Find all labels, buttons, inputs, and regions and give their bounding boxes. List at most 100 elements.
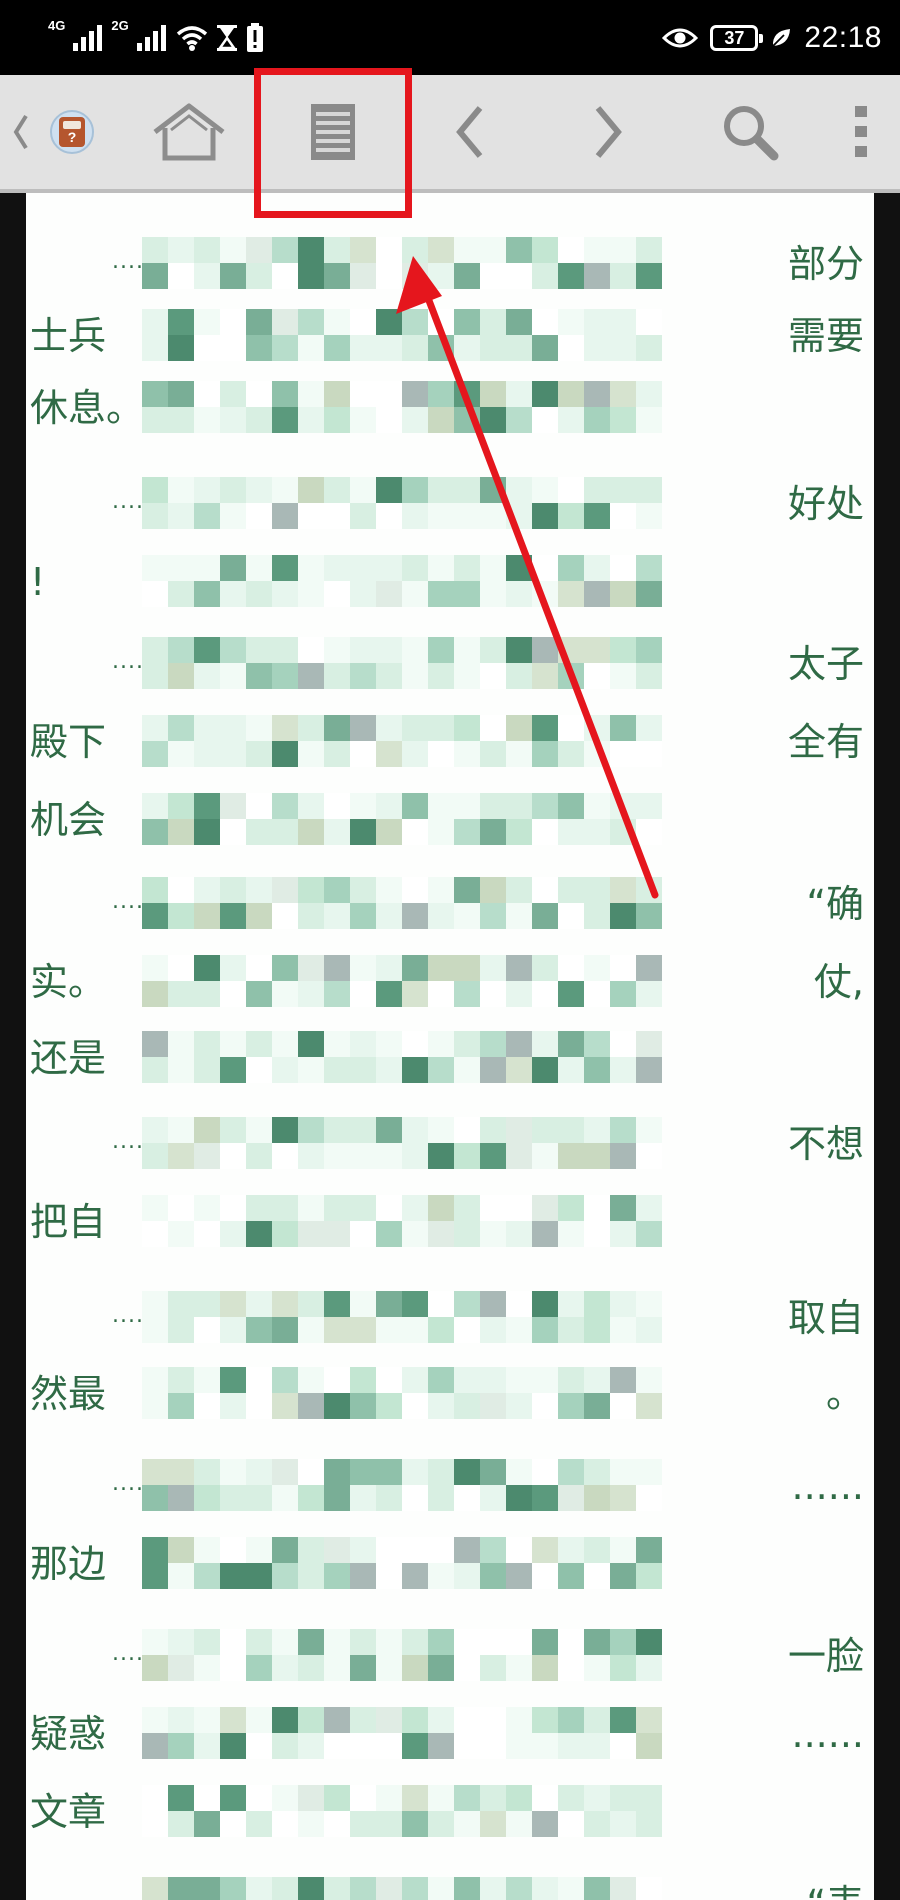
line-end-text: 太子 <box>787 642 864 686</box>
mosaic-cell <box>324 1393 350 1419</box>
mosaic-cell <box>194 981 220 1007</box>
home-button[interactable] <box>134 75 244 189</box>
mosaic-cell <box>168 819 194 845</box>
mosaic-cell <box>298 1031 324 1057</box>
mosaic-cell <box>428 237 454 263</box>
pixelated-text <box>142 1195 662 1247</box>
mosaic-cell <box>168 1877 194 1900</box>
mosaic-cell <box>220 1143 246 1169</box>
mosaic-cell <box>142 477 168 503</box>
battery-icon: 37 <box>710 25 764 51</box>
mosaic-cell <box>194 1367 220 1393</box>
mosaic-cell <box>272 1537 298 1563</box>
mosaic-cell <box>636 1707 662 1733</box>
mosaic-cell <box>376 1563 402 1589</box>
mosaic-cell <box>298 1877 324 1900</box>
mosaic-cell <box>272 637 298 663</box>
mosaic-cell <box>480 1031 506 1057</box>
mosaic-cell <box>558 715 584 741</box>
mosaic-cell <box>298 637 324 663</box>
line-end-text: 一脸 <box>787 1634 864 1678</box>
app-badge-button[interactable]: ? <box>42 75 102 189</box>
mosaic-cell <box>246 793 272 819</box>
mosaic-cell <box>220 335 246 361</box>
mosaic-cell <box>558 1195 584 1221</box>
mosaic-cell <box>480 877 506 903</box>
next-chapter-icon <box>595 106 622 158</box>
reading-page[interactable]: ...... 部分 士兵 需要 休息。...... 好处!...... 太子 殿下 全有 机会..… <box>26 193 874 1900</box>
mosaic-cell <box>610 715 636 741</box>
mosaic-cell <box>480 1563 506 1589</box>
mosaic-cell <box>402 309 428 335</box>
table-of-contents-button[interactable] <box>273 75 393 189</box>
mosaic-cell <box>454 237 480 263</box>
mosaic-cell <box>272 1317 298 1343</box>
mosaic-cell <box>636 1785 662 1811</box>
mosaic-cell <box>220 477 246 503</box>
mosaic-cell <box>480 1291 506 1317</box>
mosaic-cell <box>506 637 532 663</box>
mosaic-cell <box>194 1537 220 1563</box>
mosaic-cell <box>142 237 168 263</box>
mosaic-cell <box>402 503 428 529</box>
mosaic-cell <box>350 1195 376 1221</box>
mosaic-cell <box>220 637 246 663</box>
next-chapter-button[interactable] <box>568 75 648 189</box>
mosaic-cell <box>454 715 480 741</box>
mosaic-cell <box>454 793 480 819</box>
mosaic-cell <box>532 981 558 1007</box>
mosaic-cell <box>636 263 662 289</box>
mosaic-cell <box>142 1707 168 1733</box>
mosaic-cell <box>194 637 220 663</box>
mosaic-cell <box>506 1221 532 1247</box>
mosaic-cell <box>428 1291 454 1317</box>
mosaic-cell <box>272 1733 298 1759</box>
mosaic-cell <box>298 407 324 433</box>
mosaic-cell <box>168 381 194 407</box>
mosaic-cell <box>324 637 350 663</box>
mosaic-cell <box>480 1221 506 1247</box>
mosaic-cell <box>480 1317 506 1343</box>
prev-chapter-button[interactable] <box>430 75 510 189</box>
mosaic-cell <box>168 877 194 903</box>
mosaic-cell <box>558 981 584 1007</box>
mosaic-cell <box>168 637 194 663</box>
mosaic-cell <box>298 1811 324 1837</box>
line-start-text: 文章 <box>30 1790 107 1834</box>
line-start-text: 士兵 <box>30 314 107 358</box>
mosaic-cell <box>610 981 636 1007</box>
mosaic-cell <box>610 309 636 335</box>
mosaic-cell <box>220 793 246 819</box>
search-button[interactable] <box>700 75 800 189</box>
mosaic-cell <box>558 1317 584 1343</box>
mosaic-cell <box>220 381 246 407</box>
mosaic-cell <box>558 1785 584 1811</box>
more-options-button[interactable] <box>836 75 886 189</box>
mosaic-cell <box>610 503 636 529</box>
mosaic-cell <box>246 903 272 929</box>
mosaic-cell <box>636 877 662 903</box>
mosaic-cell <box>454 407 480 433</box>
mosaic-cell <box>558 877 584 903</box>
line-end-text: “确 <box>806 882 864 926</box>
mosaic-cell <box>298 309 324 335</box>
mosaic-cell <box>194 1143 220 1169</box>
mosaic-cell <box>454 1143 480 1169</box>
line-start-text: ! <box>30 560 46 604</box>
line-end-text: 。 <box>825 1372 864 1416</box>
mosaic-cell <box>636 1317 662 1343</box>
mosaic-cell <box>584 1317 610 1343</box>
mosaic-cell <box>480 1117 506 1143</box>
mosaic-cell <box>298 1485 324 1511</box>
mosaic-cell <box>142 1221 168 1247</box>
mosaic-cell <box>610 1393 636 1419</box>
mosaic-cell <box>194 1485 220 1511</box>
mosaic-cell <box>636 715 662 741</box>
mosaic-cell <box>298 1393 324 1419</box>
mosaic-cell <box>558 1877 584 1900</box>
mosaic-cell <box>272 793 298 819</box>
mosaic-cell <box>610 1655 636 1681</box>
back-chevron-button[interactable] <box>4 75 38 189</box>
mosaic-cell <box>376 1811 402 1837</box>
mosaic-cell <box>246 1057 272 1083</box>
